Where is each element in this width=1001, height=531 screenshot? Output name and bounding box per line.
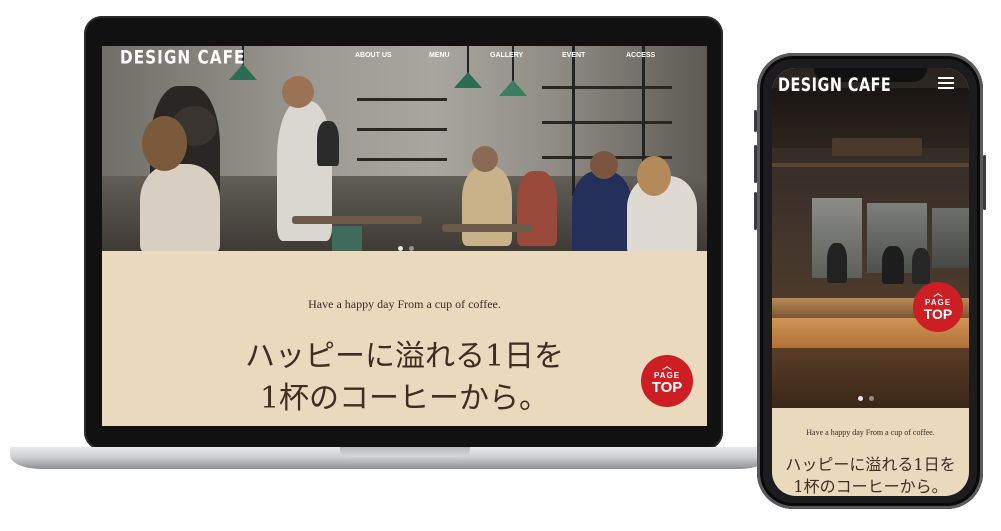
nav-item-access[interactable]: ACCESS [626, 50, 655, 62]
carousel-dot[interactable] [398, 246, 403, 251]
nav-item-gallery[interactable]: GALLERY [490, 50, 523, 62]
tagline: Have a happy day From a cup of coffee. [806, 428, 935, 437]
hero-image-cafe-interior [772, 68, 969, 408]
headline-line-1: ハッピーに溢れる1日を [244, 339, 565, 374]
main-headline: ハッピーに溢れる1日を 1杯のコーヒーから。 [772, 454, 969, 496]
page-top-button[interactable]: ︿ PAGE TOP [641, 355, 693, 407]
global-nav: ABOUT US MENU GALLERY EVENT ACCESS [102, 50, 707, 64]
headline-line-1: ハッピーに溢れる1日を [785, 455, 956, 474]
nav-item-event[interactable]: EVENT [562, 50, 585, 62]
page-top-button[interactable]: ︿ PAGE TOP [913, 282, 963, 332]
laptop-screen: DESIGN CAFE ABOUT US MENU GALLERY EVENT … [102, 46, 707, 426]
laptop-trackpad-notch [340, 447, 470, 457]
hamburger-menu-icon[interactable] [938, 77, 954, 89]
carousel-dot[interactable] [869, 396, 874, 401]
chevron-up-icon: ︿ [662, 361, 672, 371]
site-logo[interactable]: DESIGN CAFE [778, 74, 891, 96]
headline-line-2: 1杯のコーヒーから。 [793, 477, 948, 496]
phone-screen: DESIGN CAFE ︿ PAGE TOP Have a happy day … [772, 68, 969, 496]
chevron-up-icon: ︿ [933, 288, 943, 298]
tagline: Have a happy day From a cup of coffee. [308, 297, 501, 311]
main-headline: ハッピーに溢れる1日を 1杯のコーヒーから。 [102, 336, 707, 420]
nav-item-menu[interactable]: MENU [429, 50, 450, 62]
headline-line-2: 1杯のコーヒーから。 [259, 381, 550, 416]
carousel-dot[interactable] [409, 246, 414, 251]
nav-item-about-us[interactable]: ABOUT US [355, 50, 392, 62]
hero-image-cafe-interior [102, 46, 707, 251]
carousel-dot[interactable] [858, 396, 863, 401]
